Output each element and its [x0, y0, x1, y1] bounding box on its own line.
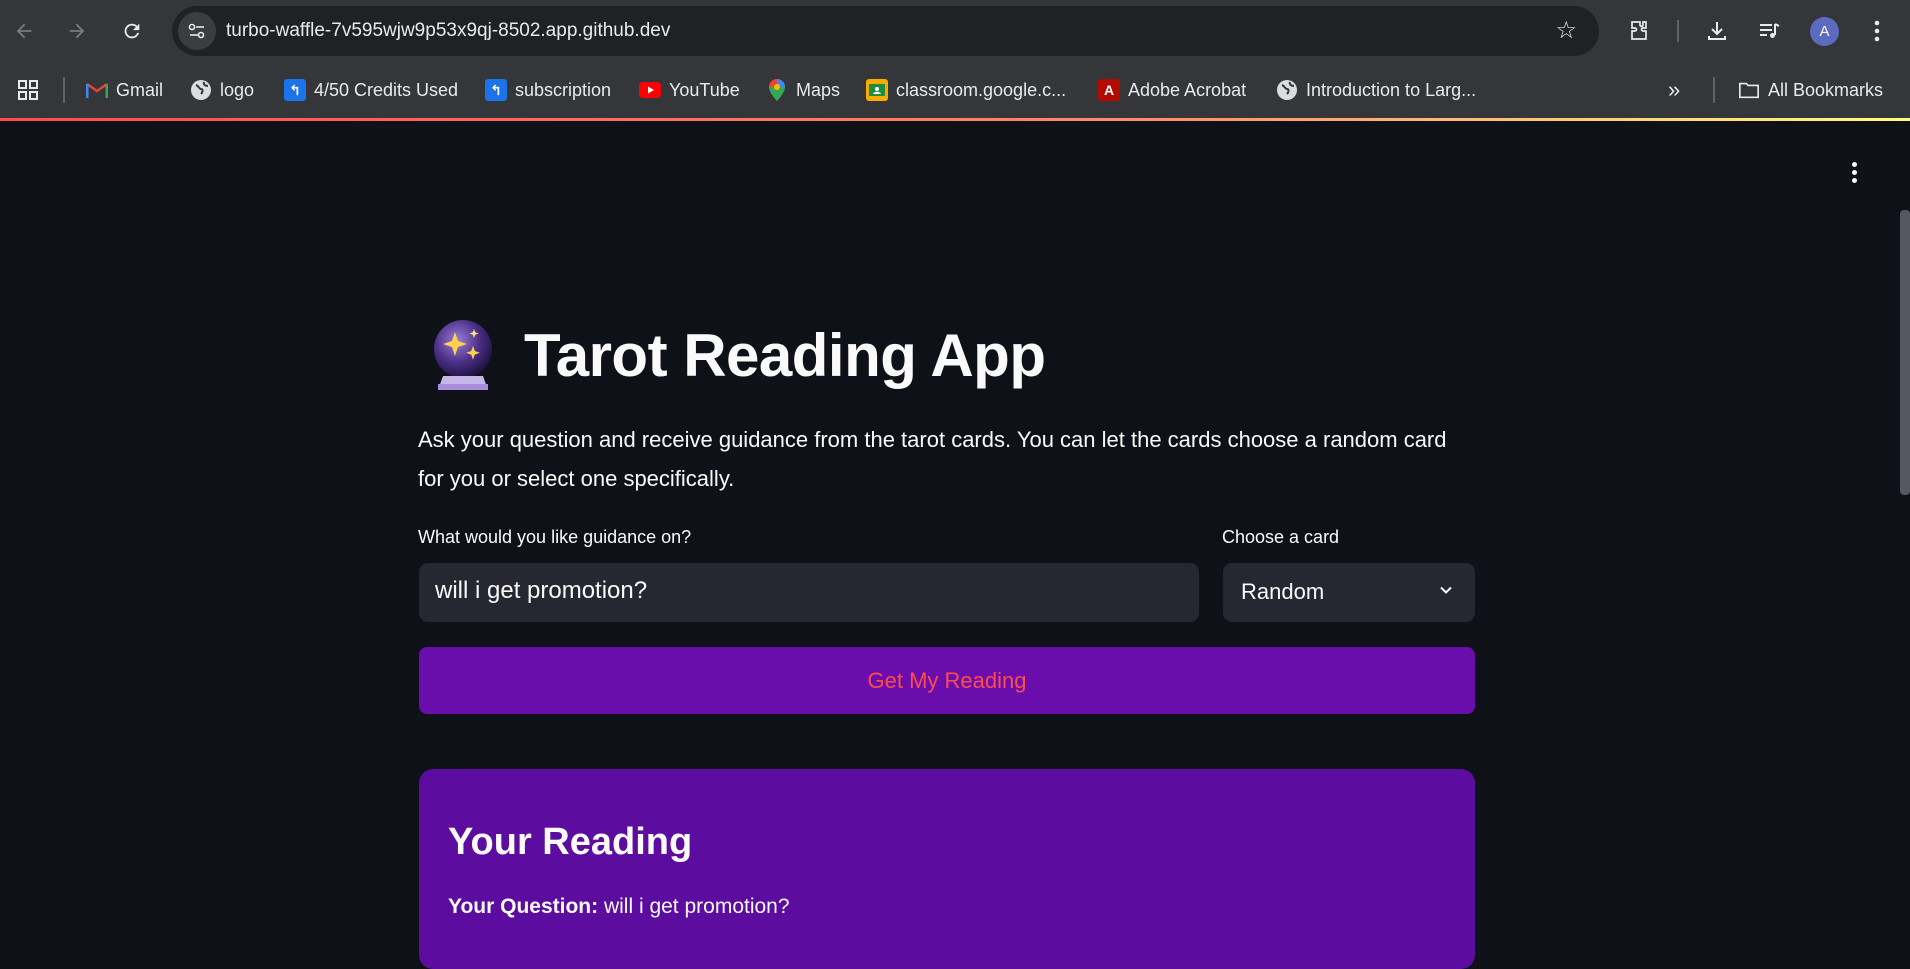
- reading-heading: Your Reading: [448, 821, 693, 863]
- card-select-label: Choose a card: [1222, 527, 1340, 547]
- bookmark-star-icon[interactable]: ☆: [1555, 16, 1577, 45]
- address-bar[interactable]: turbo-waffle-7v595wjw9p53x9qj-8502.app.g…: [172, 6, 1599, 56]
- bookmarks-divider: [1713, 77, 1715, 103]
- forward-icon[interactable]: [59, 13, 95, 49]
- bookmark-maps[interactable]: Maps: [766, 75, 840, 105]
- globe-icon: [190, 79, 212, 101]
- page-scrollbar[interactable]: [1900, 210, 1910, 495]
- back-icon[interactable]: [6, 13, 42, 49]
- maps-icon: [766, 79, 788, 101]
- browser-menu-icon[interactable]: [1860, 14, 1894, 48]
- card-select[interactable]: Random: [1223, 563, 1475, 622]
- bookmarks-bar: Gmail logo ↰ 4/50 Credits Used ↰ subscri…: [0, 63, 1910, 120]
- bookmark-logo[interactable]: logo: [190, 75, 254, 105]
- reading-card: Your Reading Your Question: will i get p…: [419, 769, 1475, 969]
- bookmark-subscription[interactable]: ↰ subscription: [485, 75, 611, 105]
- reload-icon[interactable]: [114, 13, 150, 49]
- youtube-icon: [639, 79, 661, 101]
- bookmarks-divider: [63, 77, 65, 103]
- toolbar-divider: [1677, 20, 1679, 42]
- all-bookmarks[interactable]: All Bookmarks: [1738, 75, 1883, 105]
- page-header: Tarot Reading App: [428, 318, 1046, 392]
- reading-question-text: will i get promotion?: [603, 895, 790, 918]
- app-menu-icon[interactable]: [1846, 160, 1862, 186]
- bookmark-acrobat[interactable]: A Adobe Acrobat: [1098, 75, 1246, 105]
- bookmark-app-icon: ↰: [485, 79, 507, 101]
- app-description: Ask your question and receive guidance f…: [418, 427, 1447, 491]
- bookmark-classroom[interactable]: classroom.google.c...: [866, 75, 1066, 105]
- bookmark-intro-llm[interactable]: Introduction to Larg...: [1276, 75, 1476, 105]
- profile-avatar[interactable]: A: [1810, 17, 1839, 46]
- media-control-icon[interactable]: [1752, 14, 1786, 48]
- chevron-down-icon: [1440, 586, 1452, 594]
- reading-question: Your Question: will i get promotion?: [448, 895, 790, 919]
- bookmark-gmail[interactable]: Gmail: [86, 75, 163, 105]
- get-reading-button[interactable]: Get My Reading: [419, 647, 1475, 714]
- app-top-decoration: [0, 118, 1910, 121]
- url-text[interactable]: turbo-waffle-7v595wjw9p53x9qj-8502.app.g…: [226, 20, 670, 42]
- folder-icon: [1738, 79, 1760, 101]
- bookmark-youtube[interactable]: YouTube: [639, 75, 740, 105]
- page-title: Tarot Reading App: [524, 321, 1046, 389]
- reading-question-prefix: Your Question:: [448, 895, 599, 918]
- classroom-icon: [866, 79, 888, 101]
- bookmarks-overflow-icon[interactable]: »: [1668, 75, 1680, 105]
- acrobat-icon: A: [1098, 79, 1120, 101]
- crystal-ball-icon: [434, 320, 492, 390]
- bookmark-credits[interactable]: ↰ 4/50 Credits Used: [284, 75, 458, 105]
- globe-icon: [1276, 79, 1298, 101]
- extensions-icon[interactable]: [1622, 14, 1656, 48]
- site-settings-icon[interactable]: [178, 12, 216, 50]
- apps-grid-icon[interactable]: [16, 75, 40, 105]
- card-select-value: Random: [1241, 579, 1325, 604]
- question-input[interactable]: will i get promotion?: [419, 563, 1199, 622]
- question-label: What would you like guidance on?: [418, 527, 692, 547]
- browser-toolbar: turbo-waffle-7v595wjw9p53x9qj-8502.app.g…: [0, 0, 1910, 63]
- downloads-icon[interactable]: [1700, 14, 1734, 48]
- bookmark-app-icon: ↰: [284, 79, 306, 101]
- gmail-icon: [86, 79, 108, 101]
